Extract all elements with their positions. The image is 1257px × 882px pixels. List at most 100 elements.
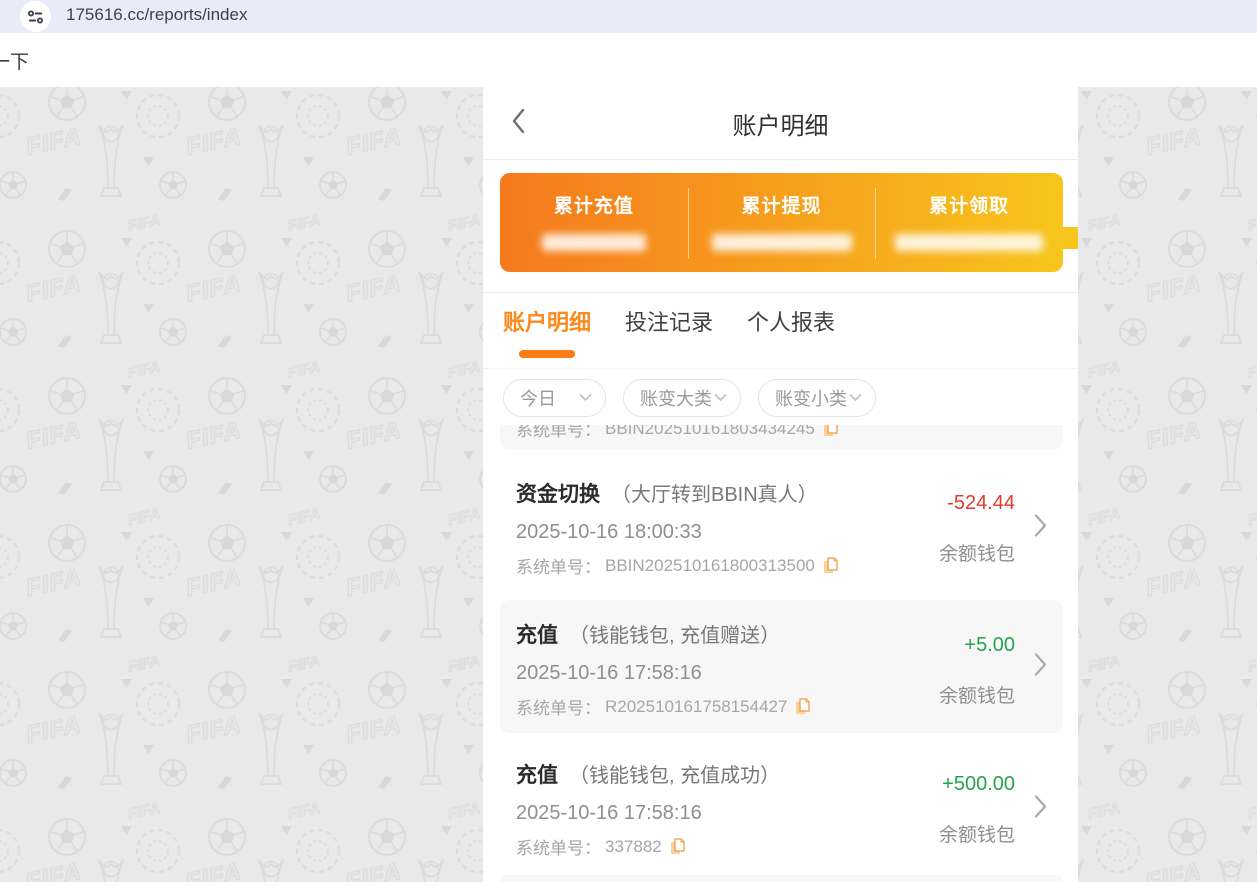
fifa-pattern-tile: FIFAFIFA [327,675,487,822]
clipped-page-text: 一下 [0,47,29,74]
fifa-pattern-tile: FIFA FIFA [7,381,167,528]
filter-minor-category-select[interactable]: 账变小类 [758,379,876,417]
svg-text:FIFA: FIFA [184,123,244,161]
fifa-pattern-tile: FIFAFIFA [327,822,487,882]
fifa-pattern-tile: FIFAFIFA [0,381,7,528]
page-header: 账户明细 [483,87,1078,159]
svg-text:FIFA: FIFA [1086,653,1121,676]
url-text[interactable]: 175616.cc/reports/index [66,5,247,25]
fifa-pattern-tile: FIFAFIFA [1127,381,1257,528]
fifa-pattern-tile: FIFAFIFA [0,528,7,675]
fifa-pattern-tile: FIFA FIFA [7,234,167,381]
svg-text:FIFA: FIFA [1144,270,1204,308]
svg-text:FIFA: FIFA [1144,564,1204,602]
transaction-list: 系统单号：BBIN202510161803434245 资金切换 （大厅转到BB… [483,425,1078,882]
svg-text:FIFA: FIFA [286,653,321,676]
svg-text:FIFA: FIFA [126,359,161,382]
chevron-right-icon [1034,514,1047,538]
svg-text:FIFA: FIFA [1246,212,1257,235]
svg-text:FIFA: FIFA [126,506,161,529]
row-arrow [1034,795,1047,824]
svg-text:FIFA: FIFA [126,212,161,235]
svg-text:FIFA: FIFA [446,359,481,382]
svg-text:FIFA: FIFA [24,417,84,455]
svg-text:FIFA: FIFA [0,506,2,529]
fifa-pattern-tile: FIFA FIFA [167,528,327,675]
transaction-amount: +5.00 [939,634,1015,657]
svg-text:FIFA: FIFA [1086,359,1121,382]
browser-content-strip: 一下 [0,33,1257,87]
summary-col-claim: 累计领取 [875,173,1063,272]
summary-card: 累计充值 累计提现 累计领取 [500,173,1063,272]
svg-text:FIFA: FIFA [0,800,2,823]
copy-button[interactable] [823,425,838,437]
order-no-label: 系统单号： [516,425,601,441]
svg-text:FIFA: FIFA [1086,800,1121,823]
svg-text:FIFA: FIFA [1144,417,1204,455]
transaction-subtitle: （钱能钱包, 充值成功） [569,759,780,788]
clipped-transaction-row[interactable]: 系统单号：BBIN202510161803434245 [500,425,1063,450]
transaction-row[interactable]: 充值 （钱能钱包, 充值赠送） 2025-10-16 17:58:16 系统单号… [500,600,1063,733]
svg-text:FIFA: FIFA [184,417,244,455]
summary-label: 累计提现 [742,191,822,218]
chevron-right-icon [1034,652,1047,676]
copy-button[interactable] [795,698,810,715]
filter-major-category-select[interactable]: 账变大类 [623,379,741,417]
svg-text:FIFA: FIFA [1246,653,1257,676]
transaction-subtitle: （大厅转到BBIN真人） [611,478,818,507]
copy-button[interactable] [670,838,685,855]
fifa-pattern-tile: FIFAFIFA [327,528,487,675]
next-row-peek [500,875,1063,882]
fifa-pattern-tile: FIFAFIFA [7,822,167,882]
header-divider [483,159,1078,160]
fifa-pattern-tile: FIFAFIFA [167,87,327,234]
fifa-pattern-tile: FIFA FIFA [1127,234,1257,381]
chevron-down-icon [579,394,592,402]
svg-text:FIFA: FIFA [184,711,244,749]
copy-icon [823,557,838,574]
copy-icon [670,838,685,855]
svg-text:FIFA: FIFA [184,858,244,882]
svg-text:FIFA: FIFA [344,564,404,602]
svg-text:FIFA: FIFA [1246,359,1257,382]
mobile-panel: 账户明细 累计充值 累计提现 累计领取 账户明细 投注记录 个人报表 [483,87,1078,882]
browser-address-bar[interactable]: 175616.cc/reports/index [0,0,1257,33]
tab-personal-report[interactable]: 个人报表 [747,308,835,338]
summary-col-withdraw: 累计提现 [688,173,876,272]
site-controls-button[interactable] [20,1,51,32]
fifa-pattern-tile: FIFAFIFA [1127,822,1257,882]
tab-bet-records[interactable]: 投注记录 [625,308,713,338]
transaction-subtitle: （钱能钱包, 充值赠送） [569,619,780,648]
order-no-value: 337882 [605,837,662,857]
svg-text:FIFA: FIFA [286,359,321,382]
copy-button[interactable] [823,557,838,574]
svg-text:FIFA: FIFA [24,711,84,749]
masked-value [712,234,852,251]
svg-text:FIFA: FIFA [0,359,2,382]
fifa-pattern-tile: FIFAFIFA [7,87,167,234]
fifa-pattern-tile: FIFA FIFA [167,675,327,822]
transaction-row[interactable]: 资金切换 （大厅转到BBIN真人） 2025-10-16 18:00:33 系统… [500,466,1063,590]
order-no-value: R202510161758154427 [605,697,787,717]
svg-text:FIFA: FIFA [1144,711,1204,749]
svg-text:FIFA: FIFA [1086,212,1121,235]
wallet-type: 余额钱包 [939,820,1015,847]
svg-text:FIFA: FIFA [24,270,84,308]
fifa-pattern-tile: FIFAFIFA [7,675,167,822]
filter-bar: 今日 账变大类 账变小类 [503,379,876,417]
screen: FIFA FIFA FIFA FIFA FIFA FIFA FIFA FIFA FIFA FIFA… [0,0,1257,882]
transaction-row[interactable]: 充值 （钱能钱包, 充值成功） 2025-10-16 17:58:16 系统单号… [500,747,1063,871]
svg-text:FIFA: FIFA [24,858,84,882]
svg-text:FIFA: FIFA [184,564,244,602]
order-no-label: 系统单号： [516,553,601,578]
filter-date-select[interactable]: 今日 [503,379,606,417]
svg-text:FIFA: FIFA [286,800,321,823]
svg-text:FIFA: FIFA [344,417,404,455]
tune-icon [27,10,44,24]
fifa-pattern-tile: FIFAFIFA [167,381,327,528]
fifa-pattern-tile: FIFAFIFA [327,381,487,528]
row-arrow [1034,652,1047,681]
tab-account-detail[interactable]: 账户明细 [503,308,591,338]
page-title: 账户明细 [483,106,1078,141]
order-no-label: 系统单号： [516,694,601,719]
